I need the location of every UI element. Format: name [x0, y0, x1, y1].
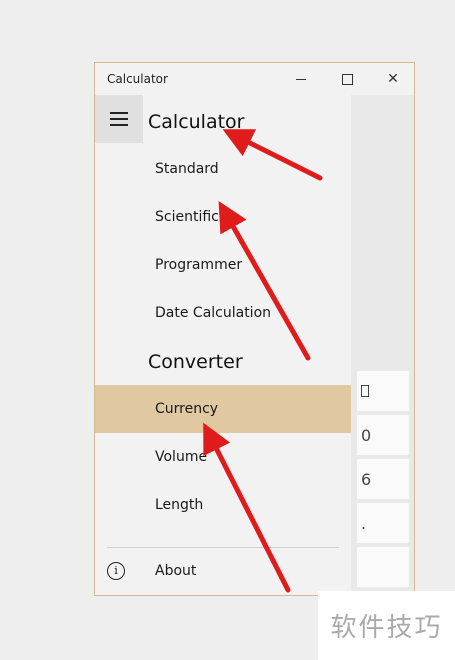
- nav-item-scientific[interactable]: Scientific: [95, 193, 351, 241]
- hamburger-icon-line: [110, 124, 128, 126]
- converter-section-header: Converter: [148, 351, 243, 373]
- nav-item-label: Standard: [155, 161, 219, 177]
- nav-item-currency[interactable]: Currency: [95, 385, 351, 433]
- navigation-pane: Calculator Standard Scientific Programme…: [95, 95, 351, 595]
- nav-item-label: Programmer: [155, 257, 243, 273]
- memory-icon: [361, 385, 369, 397]
- calc-key[interactable]: [357, 547, 409, 587]
- nav-item-label: Date Calculation: [155, 305, 272, 321]
- minimize-icon: [296, 78, 306, 80]
- calc-key-label: .: [361, 513, 367, 533]
- calc-key[interactable]: 6: [357, 459, 409, 499]
- nav-item-label: Scientific: [155, 209, 219, 225]
- close-button[interactable]: ✕: [370, 63, 414, 95]
- maximize-button[interactable]: [324, 63, 370, 95]
- info-icon: i: [107, 562, 125, 580]
- calc-key[interactable]: .: [357, 503, 409, 543]
- calculator-window: Calculator ✕ 0 6 . Calculator Standard S…: [94, 62, 415, 596]
- nav-item-standard[interactable]: Standard: [95, 145, 351, 193]
- nav-item-date-calculation[interactable]: Date Calculation: [95, 289, 351, 337]
- maximize-icon: [341, 73, 353, 85]
- calc-key-label: 0: [361, 425, 372, 445]
- close-icon: ✕: [387, 71, 399, 87]
- nav-item-length[interactable]: Length: [95, 481, 351, 529]
- nav-item-programmer[interactable]: Programmer: [95, 241, 351, 289]
- nav-item-label: Volume: [155, 449, 208, 465]
- about-label: About: [155, 563, 197, 579]
- nav-divider: [107, 547, 339, 548]
- calculator-section-header: Calculator: [148, 111, 245, 133]
- hamburger-icon: [110, 112, 128, 114]
- hamburger-icon-line: [110, 118, 128, 120]
- hamburger-button[interactable]: [95, 95, 143, 143]
- window-title: Calculator: [107, 72, 168, 86]
- watermark: 软件技巧: [318, 591, 455, 660]
- nav-item-label: Currency: [155, 401, 219, 417]
- nav-item-label: Length: [155, 497, 204, 513]
- calc-key[interactable]: [357, 371, 409, 411]
- calc-key-label: 6: [361, 469, 372, 489]
- calculator-keypad-partial: 0 6 .: [351, 95, 414, 595]
- nav-item-about[interactable]: i About: [95, 549, 351, 595]
- title-bar[interactable]: Calculator ✕: [95, 63, 414, 95]
- calc-key[interactable]: 0: [357, 415, 409, 455]
- nav-item-volume[interactable]: Volume: [95, 433, 351, 481]
- minimize-button[interactable]: [278, 63, 324, 95]
